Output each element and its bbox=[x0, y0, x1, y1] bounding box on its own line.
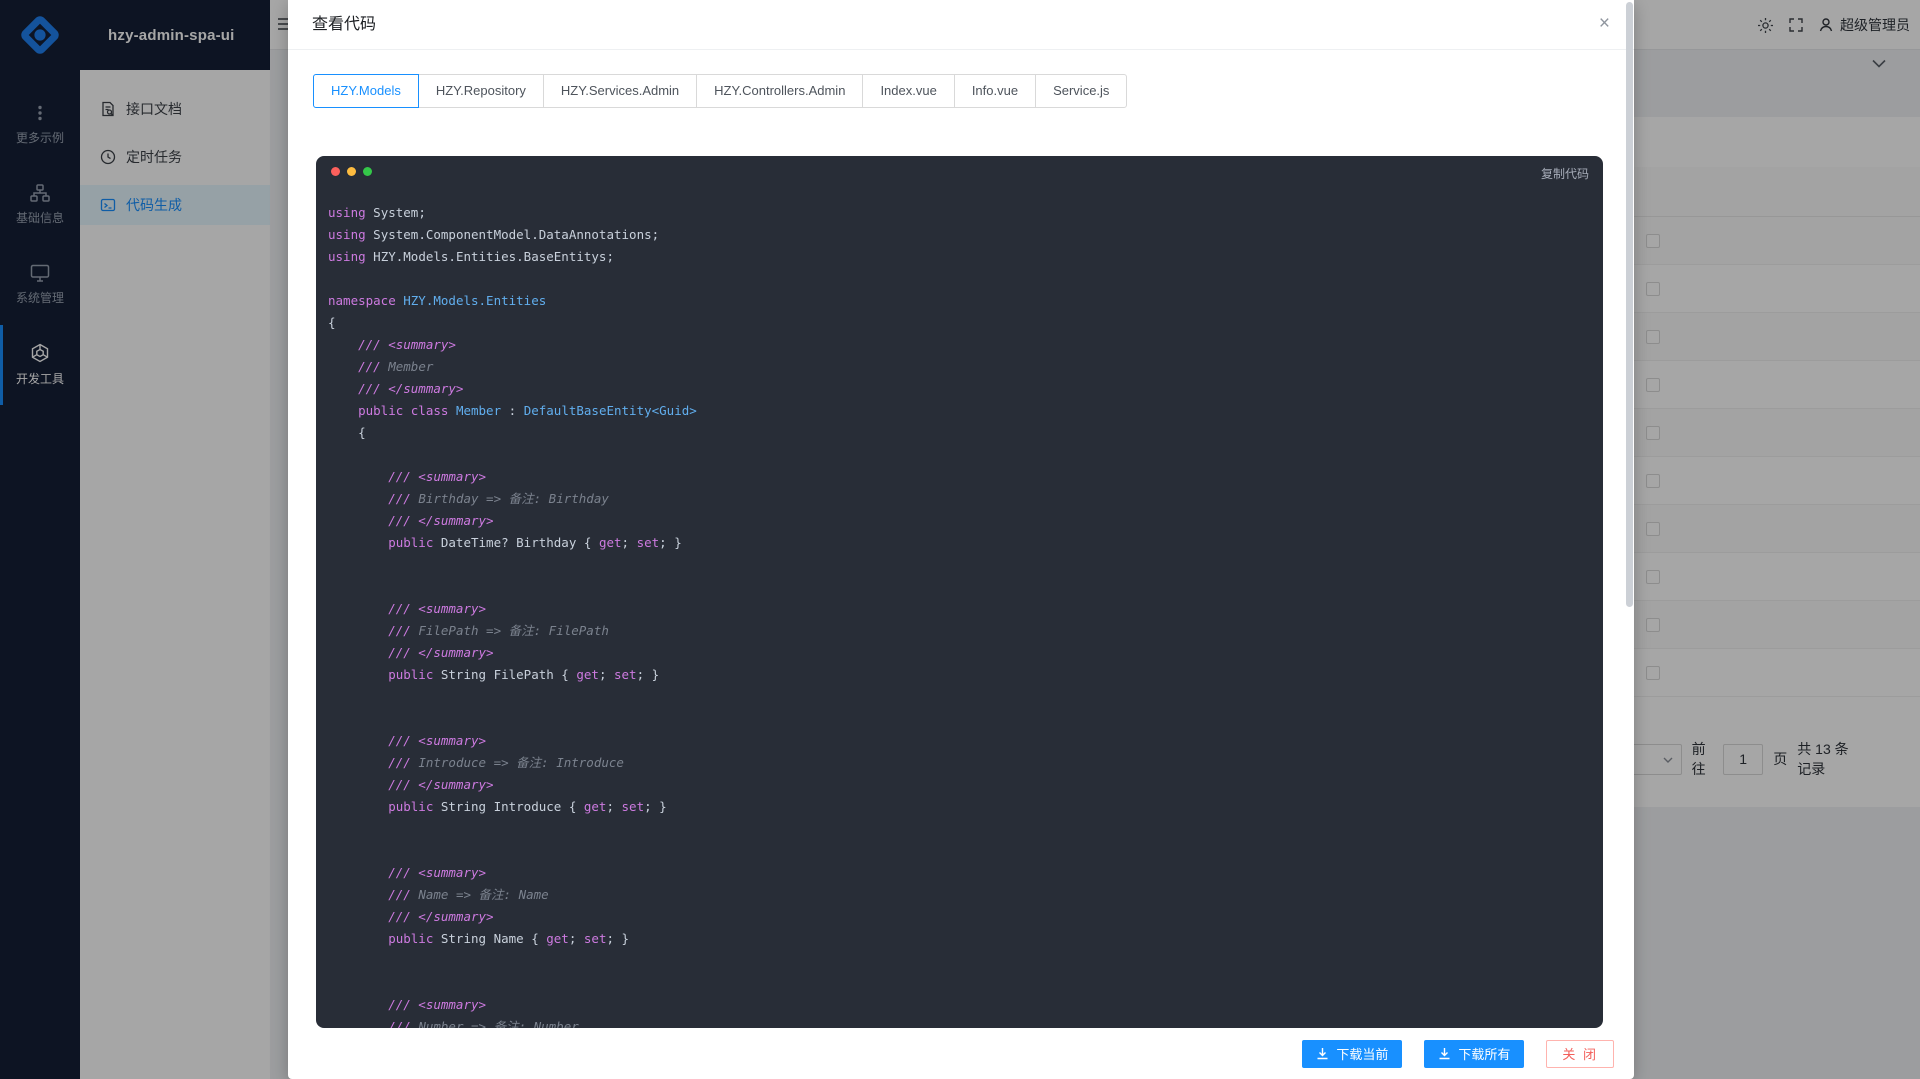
tab-hzy-services-admin[interactable]: HZY.Services.Admin bbox=[543, 74, 697, 108]
tab-hzy-models[interactable]: HZY.Models bbox=[313, 74, 419, 108]
download-current-button[interactable]: 下载当前 bbox=[1302, 1040, 1402, 1068]
code-file-tabs: HZY.Models HZY.Repository HZY.Services.A… bbox=[313, 74, 1605, 108]
tab-info-vue[interactable]: Info.vue bbox=[954, 74, 1036, 108]
download-all-button[interactable]: 下载所有 bbox=[1424, 1040, 1524, 1068]
traffic-green-icon bbox=[363, 167, 372, 176]
code-viewer: 复制代码 using System;using System.Component… bbox=[316, 156, 1603, 1028]
code-content: using System;using System.ComponentModel… bbox=[316, 186, 1603, 1028]
tab-index-vue[interactable]: Index.vue bbox=[862, 74, 954, 108]
download-icon bbox=[1316, 1047, 1329, 1060]
traffic-red-icon bbox=[331, 167, 340, 176]
copy-code-button[interactable]: 复制代码 bbox=[1541, 165, 1589, 182]
download-icon bbox=[1438, 1047, 1451, 1060]
close-modal-button[interactable]: 关 闭 bbox=[1546, 1040, 1614, 1068]
view-code-modal: 查看代码 × HZY.Models HZY.Repository HZY.Ser… bbox=[288, 0, 1634, 1079]
modal-close-button[interactable]: × bbox=[1595, 0, 1614, 50]
modal-title: 查看代码 bbox=[312, 16, 376, 33]
tab-hzy-repository[interactable]: HZY.Repository bbox=[418, 74, 544, 108]
window-traffic-lights bbox=[316, 156, 1603, 186]
tab-service-js[interactable]: Service.js bbox=[1035, 74, 1127, 108]
modal-scrollbar-thumb[interactable] bbox=[1626, 2, 1633, 607]
traffic-yellow-icon bbox=[347, 167, 356, 176]
tab-hzy-controllers-admin[interactable]: HZY.Controllers.Admin bbox=[696, 74, 863, 108]
modal-footer: 下载当前 下载所有 关 闭 bbox=[288, 1028, 1634, 1079]
